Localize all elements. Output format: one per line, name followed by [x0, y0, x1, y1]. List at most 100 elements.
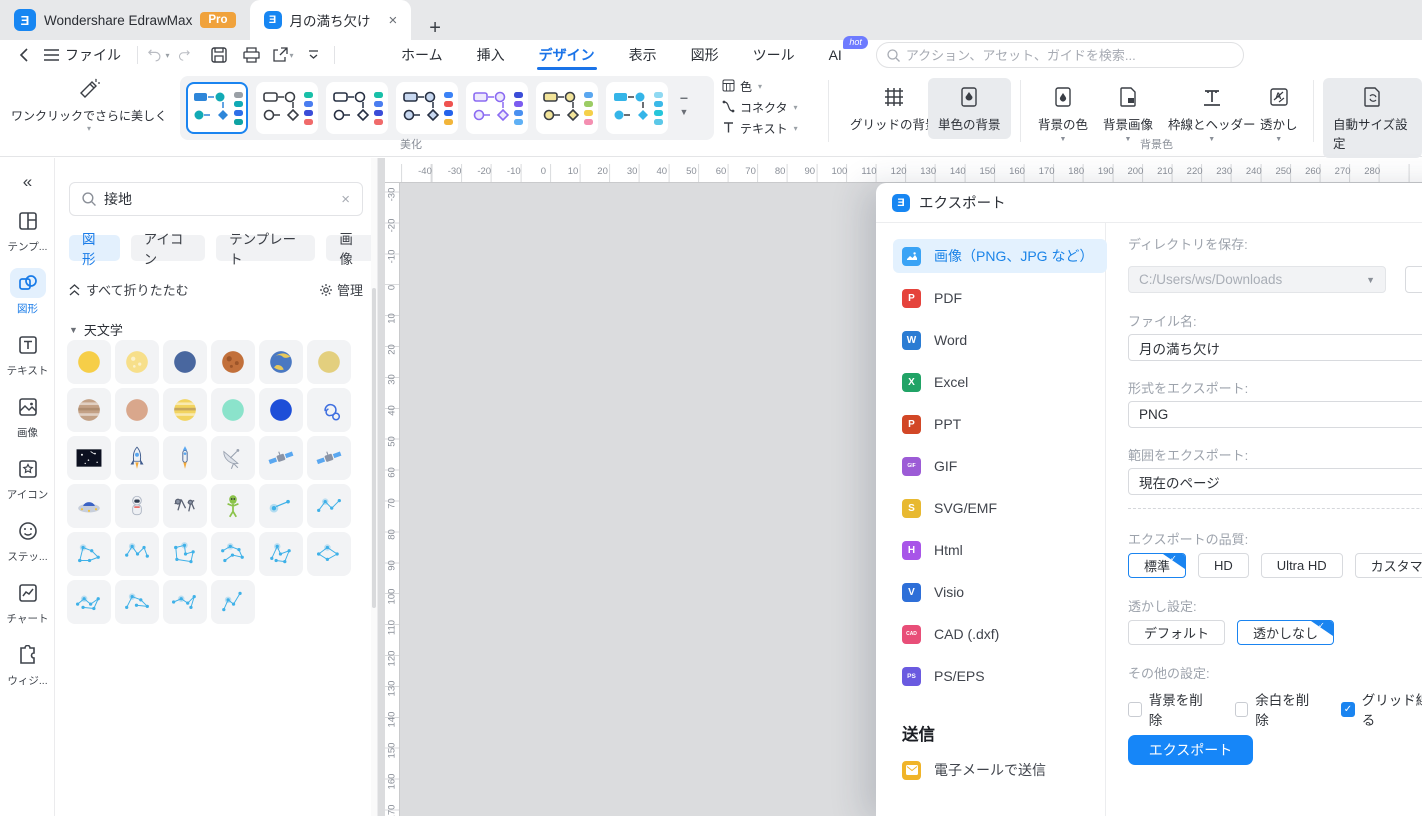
shape-sun[interactable] — [67, 340, 111, 384]
file-menu-button[interactable]: ファイル — [36, 45, 129, 65]
collapse-panel-icon[interactable]: « — [0, 172, 55, 192]
ribbon-button-背景の色[interactable]: 背景の色 ▼ — [1028, 78, 1098, 149]
shape-constellation-11[interactable] — [211, 580, 255, 624]
send-item-email[interactable]: 電子メールで送信 — [893, 749, 1106, 791]
shapes-tab-画像[interactable]: 画像 — [326, 232, 377, 267]
shape-moon[interactable] — [115, 340, 159, 384]
quality-option-標準[interactable]: 標準 — [1128, 553, 1187, 578]
menu-ホーム[interactable]: ホーム — [401, 40, 443, 70]
tab-close-icon[interactable]: × — [389, 12, 398, 29]
sidebar-item-image[interactable]: 画像 — [0, 392, 55, 440]
checkbox-icon[interactable] — [1234, 701, 1249, 717]
shape-satellite[interactable] — [259, 436, 303, 480]
ribbon-コネクタ-button[interactable]: コネクタ ▾ — [722, 99, 798, 116]
shape-ufo[interactable] — [67, 484, 111, 528]
global-search-box[interactable] — [875, 42, 1244, 68]
shape-constellation-7[interactable] — [307, 532, 351, 576]
app-tab-main[interactable]: Ǝ Wondershare EdrawMax Pro — [0, 0, 250, 40]
menu-図形[interactable]: 図形 — [691, 40, 719, 70]
checkbox-余白を削除[interactable]: 余白を削除 — [1234, 689, 1317, 729]
shape-jupiter[interactable] — [67, 388, 111, 432]
quality-option-カスタマイズ[interactable]: カスタマイズ — [1354, 553, 1422, 578]
shape-mars[interactable] — [211, 340, 255, 384]
canvas-area[interactable]: -40 -30 -20 -10 0 10 20 30 40 50 60 70 80 90 100 110 120… — [378, 158, 1422, 816]
shape-constellation-6[interactable] — [259, 532, 303, 576]
watermark-option-透かしなし[interactable]: 透かしなし — [1237, 620, 1335, 645]
format-item-画像（PNG、JPG など）[interactable]: 画像（PNG、JPG など） — [893, 235, 1108, 277]
quality-option-Ultra HD[interactable]: Ultra HD — [1260, 553, 1343, 578]
new-tab-button[interactable]: + — [421, 17, 449, 40]
format-item-Word[interactable]: W Word — [893, 319, 1105, 361]
sidebar-item-widget[interactable]: ウィジ... — [0, 640, 55, 688]
shapes-search-input[interactable] — [104, 191, 334, 207]
format-item-SVG/EMF[interactable]: S SVG/EMF — [893, 487, 1105, 529]
shapes-search-box[interactable]: × — [69, 182, 363, 216]
menu-AI[interactable]: AI hot — [829, 36, 868, 70]
format-item-PS/EPS[interactable]: PS PS/EPS — [893, 655, 1105, 697]
format-item-CAD (.dxf)[interactable]: CAD CAD (.dxf) — [893, 613, 1105, 655]
more-themes-button[interactable]: ▔ ▼ — [676, 99, 692, 117]
ribbon-テキスト-button[interactable]: テキスト ▾ — [722, 120, 798, 137]
sidebar-item-iconlib[interactable]: アイコン — [0, 454, 55, 502]
shape-constellation-8[interactable] — [67, 580, 111, 624]
shape-satellite-dish[interactable] — [211, 436, 255, 480]
shape-astronaut[interactable] — [115, 484, 159, 528]
save-directory-select[interactable]: C:/Users/ws/Downloads ▼ — [1128, 266, 1386, 293]
menu-挿入[interactable]: 挿入 — [477, 40, 505, 70]
theme-style-1[interactable] — [186, 82, 248, 134]
shape-satellite-2[interactable] — [307, 436, 351, 480]
manage-button[interactable]: 管理 — [319, 280, 363, 299]
ribbon-button-自動サイズ設定[interactable]: 自動サイズ設定 — [1323, 78, 1422, 158]
checkbox-グリッド線を削除する[interactable]: ✓グリッド線を削除する — [1341, 689, 1422, 729]
checkbox-背景を削除[interactable]: 背景を削除 — [1128, 689, 1210, 729]
checkbox-icon[interactable]: ✓ — [1341, 701, 1355, 717]
export-range-select[interactable]: 現在のページ▼ — [1128, 468, 1422, 495]
theme-style-6[interactable] — [536, 82, 598, 134]
shape-constellation-10[interactable] — [163, 580, 207, 624]
shape-small-rocket[interactable] — [163, 436, 207, 480]
shape-blue-planet[interactable] — [163, 340, 207, 384]
sidebar-item-sticker[interactable]: ステッ... — [0, 516, 55, 564]
menu-デザイン[interactable]: デザイン — [536, 40, 597, 70]
ribbon-button-背景画像[interactable]: 背景画像 ▼ — [1093, 78, 1163, 149]
export-format-select[interactable]: PNG▼ — [1128, 401, 1422, 428]
shape-pluto[interactable] — [115, 388, 159, 432]
format-item-Visio[interactable]: V Visio — [893, 571, 1105, 613]
document-tab[interactable]: Ǝ 月の満ち欠け × — [249, 0, 412, 40]
share-icon[interactable]: ▾ — [270, 43, 296, 67]
shape-earth[interactable] — [259, 340, 303, 384]
sidebar-item-shape[interactable]: 図形 — [0, 268, 55, 316]
format-item-PPT[interactable]: P PPT — [893, 403, 1105, 445]
shape-venus[interactable] — [307, 340, 351, 384]
sidebar-item-text[interactable]: テキスト — [0, 330, 55, 378]
format-item-GIF[interactable]: GIF GIF — [893, 445, 1105, 487]
shapes-tab-テンプレート[interactable]: テンプレート — [216, 232, 316, 267]
print-icon[interactable] — [238, 43, 264, 67]
theme-style-7[interactable] — [606, 82, 668, 134]
checkbox-icon[interactable] — [1128, 701, 1142, 717]
category-astronomy[interactable]: ▼ 天文学 — [69, 320, 123, 339]
save-icon[interactable] — [206, 43, 232, 67]
shape-alien[interactable] — [211, 484, 255, 528]
sidebar-item-chart[interactable]: チャート — [0, 578, 55, 626]
shape-constellation-2[interactable] — [67, 532, 111, 576]
shape-starry-space[interactable] — [67, 436, 111, 480]
filename-input[interactable]: 月の満ち欠け — [1128, 334, 1422, 361]
panel-scrollbar[interactable] — [371, 158, 377, 816]
collapse-ribbon-icon[interactable] — [300, 43, 326, 67]
sidebar-item-template[interactable]: テンプ... — [0, 206, 55, 254]
collapse-all-label[interactable]: すべて折りたたむ — [86, 280, 189, 299]
ribbon-button-透かし[interactable]: A 透かし ▼ — [1250, 78, 1308, 149]
shapes-tab-アイコン[interactable]: アイコン — [130, 232, 206, 267]
shapes-tab-図形[interactable]: 図形 — [69, 232, 120, 267]
theme-style-2[interactable] — [256, 82, 318, 134]
format-item-PDF[interactable]: P PDF — [893, 277, 1105, 319]
redo-icon[interactable] — [172, 43, 198, 67]
global-search-input[interactable] — [905, 47, 1233, 63]
back-icon[interactable] — [10, 43, 36, 67]
menu-表示[interactable]: 表示 — [629, 40, 657, 70]
shape-galaxy[interactable] — [307, 388, 351, 432]
menu-ツール[interactable]: ツール — [753, 40, 795, 70]
export-button[interactable]: エクスポート — [1128, 735, 1253, 765]
watermark-option-デフォルト[interactable]: デフォルト — [1128, 620, 1226, 645]
